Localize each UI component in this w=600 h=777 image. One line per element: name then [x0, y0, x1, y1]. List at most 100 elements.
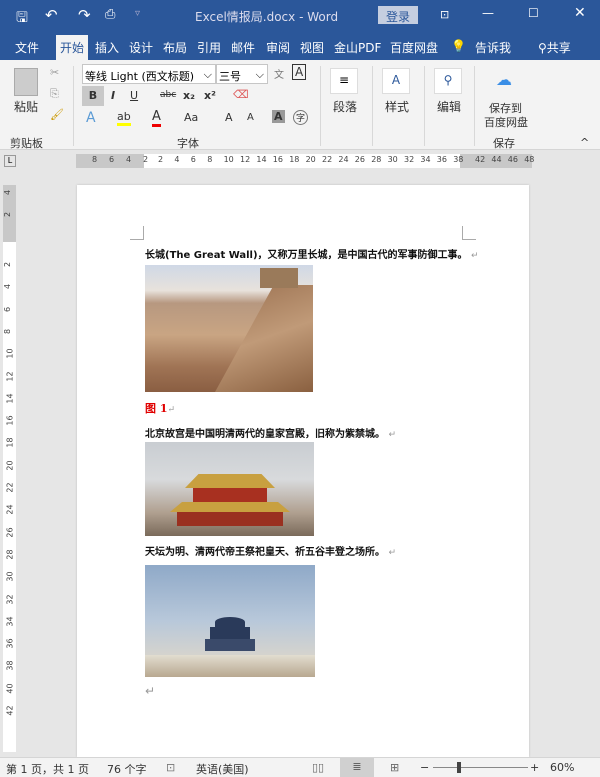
ruler-tick-label: 16	[6, 416, 15, 426]
italic-button[interactable]: I	[111, 89, 115, 102]
proofing-icon[interactable]: ⊡	[166, 761, 175, 774]
caption-text: 图 1	[145, 402, 167, 415]
enclose-characters-button[interactable]: 字	[293, 110, 308, 125]
horizontal-ruler[interactable]: L 86422468101214161820222426283032343638…	[0, 150, 600, 172]
shrink-font-button[interactable]: A	[247, 112, 254, 123]
paragraph-great-wall[interactable]: 长城(The Great Wall)，又称万里长城，是中国古代的军事防御工事。 …	[145, 246, 479, 261]
redo-icon[interactable]: ↷	[78, 6, 91, 24]
font-size-select[interactable]: 三号⌵	[216, 64, 268, 84]
tab-view[interactable]: 视图	[300, 39, 324, 56]
temple-of-heaven-image[interactable]	[145, 565, 315, 677]
tab-insert[interactable]: 插入	[95, 39, 119, 56]
zoom-slider-thumb[interactable]	[457, 762, 461, 773]
clipboard-group-label: 剪贴板	[10, 135, 43, 151]
tab-file[interactable]: 文件	[15, 39, 39, 56]
ruler-tick-label: 6	[3, 307, 12, 312]
paragraph-mark: ↵	[145, 684, 155, 698]
ruler-tick-label: 40	[6, 683, 15, 693]
zoom-slider[interactable]	[433, 767, 528, 768]
print-preview-icon[interactable]: ⎙	[105, 7, 115, 22]
share-button[interactable]: ⚲共享	[538, 39, 571, 56]
tab-kingsoft-pdf[interactable]: 金山PDF	[334, 39, 381, 56]
figure-caption[interactable]: 图 1↵	[145, 400, 175, 416]
tab-references[interactable]: 引用	[197, 39, 221, 56]
save-icon[interactable]: 🖫	[16, 7, 28, 31]
ruler-tick-label: 12	[6, 371, 15, 381]
language[interactable]: 英语(美国)	[196, 761, 249, 777]
character-border-icon[interactable]: A	[292, 64, 306, 80]
format-painter-icon[interactable]: 🖌	[50, 108, 64, 121]
paste-button[interactable]: 粘贴	[14, 98, 38, 115]
zoom-in-button[interactable]: +	[530, 761, 539, 774]
read-mode-icon[interactable]: ▯▯	[312, 761, 324, 774]
ribbon-display-icon[interactable]: ⊡	[440, 8, 449, 21]
character-shading-button[interactable]: A	[272, 110, 285, 123]
text-effects-button[interactable]: A	[86, 110, 96, 126]
cut-icon[interactable]: ✂	[50, 66, 59, 79]
copy-icon[interactable]: ⎘	[50, 87, 59, 101]
web-layout-icon[interactable]: ⊞	[390, 761, 399, 774]
paragraph-forbidden-city[interactable]: 北京故宫是中国明清两代的皇家宫殿，旧称为紫禁城。 ↵	[145, 425, 396, 440]
ruler-tick-label: 10	[224, 155, 234, 164]
subscript-button[interactable]: x₂	[183, 89, 195, 102]
font-color-button[interactable]: A	[152, 109, 161, 127]
styles-icon: A	[382, 68, 410, 94]
phonetic-guide-icon[interactable]: 文	[274, 66, 284, 81]
paragraph-icon: ≡	[330, 68, 358, 94]
styles-button[interactable]: 样式	[385, 98, 409, 115]
tab-review[interactable]: 审阅	[266, 39, 290, 56]
paragraph-mark: ↵	[167, 405, 175, 415]
maximize-button[interactable]: ☐	[528, 6, 539, 20]
strikethrough-button[interactable]: abc	[160, 90, 176, 100]
ruler-tick-label: 24	[6, 505, 15, 515]
close-button[interactable]: ✕	[574, 5, 586, 21]
ruler-tick-label: 18	[6, 438, 15, 448]
bold-button[interactable]: B	[82, 86, 104, 106]
great-wall-image[interactable]	[145, 265, 313, 392]
zoom-out-button[interactable]: −	[420, 761, 429, 774]
print-layout-icon[interactable]: ≣	[340, 758, 374, 777]
vertical-ruler[interactable]: 4224681012141618202224262830323436384042	[0, 172, 18, 757]
editing-button[interactable]: 编辑	[437, 98, 461, 115]
tab-baidu[interactable]: 百度网盘	[390, 39, 438, 56]
ruler-tick-label: 42	[6, 705, 15, 715]
underline-button[interactable]: U	[130, 89, 138, 102]
ruler-tick-label: 34	[420, 155, 430, 164]
paragraph-temple-of-heaven[interactable]: 天坛为明、清两代帝王祭祀皇天、祈五谷丰登之场所。 ↵	[145, 543, 396, 558]
highlight-icon[interactable]: ab	[117, 110, 131, 126]
superscript-button[interactable]: x²	[204, 89, 216, 102]
grow-font-button[interactable]: A	[225, 111, 233, 124]
undo-icon[interactable]: ↶	[45, 6, 58, 24]
word-count[interactable]: 76 个字	[107, 761, 147, 777]
forbidden-city-image[interactable]	[145, 442, 314, 536]
ruler-tick-label: 48	[524, 155, 534, 164]
tab-mailings[interactable]: 邮件	[231, 39, 255, 56]
ruler-tick-label: 6	[191, 155, 196, 164]
ruler-tick-label: 14	[6, 393, 15, 403]
tab-layout[interactable]: 布局	[163, 39, 187, 56]
ruler-tick-label: 36	[6, 639, 15, 649]
paragraph-text: 北京故宫是中国明清两代的皇家宫殿，旧称为紫禁城。	[145, 429, 385, 440]
font-size-value: 三号	[219, 70, 241, 83]
ruler-tick-label: 4	[3, 190, 12, 195]
tell-me[interactable]: 告诉我	[475, 39, 511, 56]
minimize-button[interactable]: —	[482, 6, 494, 20]
clear-formatting-icon[interactable]: ⌫	[233, 88, 249, 101]
margin-corner	[130, 226, 144, 240]
baidu-cloud-icon: ☁	[496, 70, 512, 89]
ruler-tick-label: 30	[388, 155, 398, 164]
lightbulb-icon: 💡	[451, 39, 466, 53]
paragraph-mark: ↵	[388, 548, 396, 558]
page-count[interactable]: 第 1 页，共 1 页	[6, 761, 89, 777]
ruler-tick-label: 30	[6, 572, 15, 582]
login-button[interactable]: 登录	[378, 6, 418, 24]
zoom-level[interactable]: 60%	[550, 761, 574, 774]
save-to-baidu-button-line2[interactable]: 百度网盘	[484, 114, 528, 130]
collapse-ribbon-icon[interactable]: ^	[580, 136, 589, 149]
tab-home[interactable]: 开始	[56, 35, 88, 60]
font-name-select[interactable]: 等线 Light (西文标题)⌵	[82, 64, 216, 84]
change-case-button[interactable]: Aa	[184, 111, 198, 124]
customize-qat-icon[interactable]: ▿	[135, 8, 140, 19]
tab-design[interactable]: 设计	[129, 39, 153, 56]
paragraph-button[interactable]: 段落	[333, 98, 357, 115]
